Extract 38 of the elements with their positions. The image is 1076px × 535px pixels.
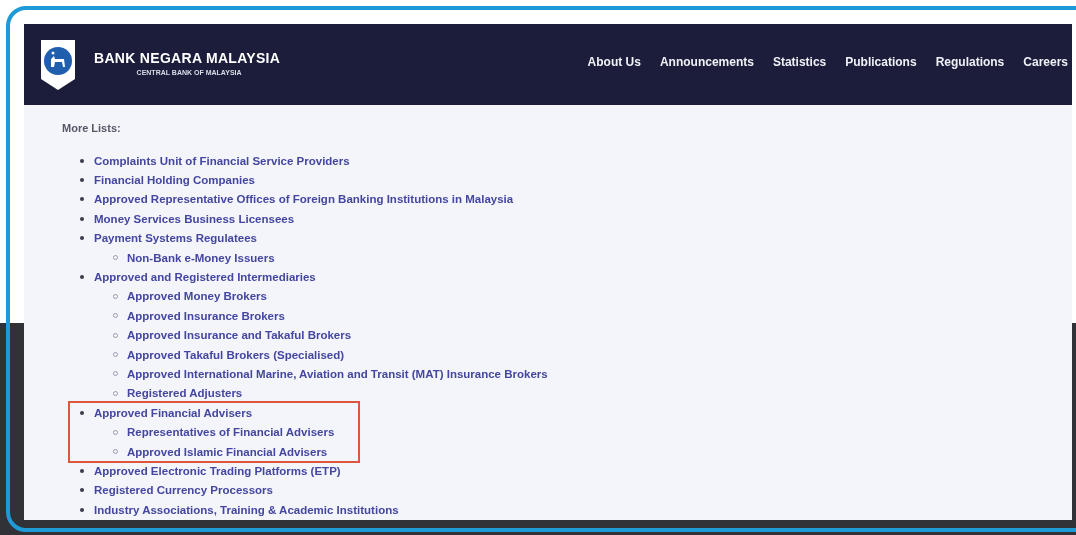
nav-link[interactable]: Regulations xyxy=(935,54,1005,69)
bullet-icon xyxy=(80,488,84,493)
list-link[interactable]: Registered Adjusters xyxy=(127,387,243,400)
list-link[interactable]: Approved Takaful Brokers (Specialised) xyxy=(127,348,345,361)
bullet-icon xyxy=(80,158,84,163)
list-link[interactable]: Complaints Unit of Financial Service Providers xyxy=(94,154,350,167)
list-link[interactable]: Financial Holding Companies xyxy=(94,174,256,187)
list-link[interactable]: Approved Representative Offices of Foreign Banking Institutions in Malaysia xyxy=(94,193,514,206)
section-title: More Lists: xyxy=(62,121,121,136)
list-link[interactable]: Payment Systems Regulatees xyxy=(94,232,257,245)
list-link[interactable]: Approved Financial Advisers xyxy=(94,406,253,419)
list-link[interactable]: Approved and Registered Intermediaries xyxy=(94,271,316,284)
list-link[interactable]: Registered Currency Processors xyxy=(94,484,273,497)
bullet-icon xyxy=(80,197,84,202)
list-link[interactable]: Approved International Marine, Aviation and Transit (MAT) Insurance Brokers xyxy=(127,368,548,380)
bullet-icon xyxy=(80,468,84,473)
bullet-icon xyxy=(80,275,84,280)
nav-link[interactable]: Publications xyxy=(845,54,917,69)
list-link[interactable]: Approved Islamic Financial Advisers xyxy=(127,445,328,458)
nav-link[interactable]: About Us xyxy=(587,54,641,69)
bullet-icon xyxy=(80,410,84,415)
list-link[interactable]: Industry Associations, Training & Academic Institutions xyxy=(94,503,399,516)
bullet-icon xyxy=(80,507,84,512)
list-link[interactable]: Non-Bank e-Money Issuers xyxy=(127,251,275,264)
brand-name: BANK NEGARA MALAYSIA xyxy=(94,49,281,66)
list-link[interactable]: Approved Money Brokers xyxy=(127,290,267,303)
list-link[interactable]: Representatives of Financial Advisers xyxy=(127,426,335,439)
list-link[interactable]: Approved Insurance and Takaful Brokers xyxy=(127,329,352,342)
bullet-icon xyxy=(80,236,84,241)
list-link[interactable]: Money Services Business Licensees xyxy=(94,212,295,225)
nav-link[interactable]: Announcements xyxy=(659,54,754,69)
bullet-icon xyxy=(80,216,84,221)
list-link[interactable]: Approved Insurance Brokers xyxy=(127,309,285,322)
shield-logo-icon xyxy=(40,38,76,91)
list-link[interactable]: Approved Electronic Trading Platforms (ETP) xyxy=(94,464,341,477)
bullet-icon xyxy=(80,178,84,183)
nav-link[interactable]: Careers xyxy=(1023,54,1068,69)
nav-link[interactable]: Statistics xyxy=(772,54,827,69)
